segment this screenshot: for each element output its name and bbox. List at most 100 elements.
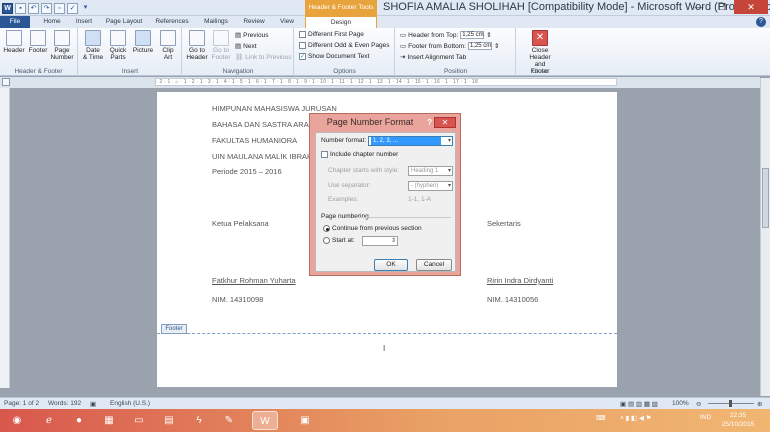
chapter-starts-label: Chapter starts with style: xyxy=(328,167,400,174)
previous-button[interactable]: ▤ Previous xyxy=(235,31,268,40)
quick-parts-button[interactable]: Quick Parts xyxy=(106,30,130,61)
status-bar: Page: 1 of 2 Words: 192 ▣ English (U.S.)… xyxy=(0,397,770,409)
different-odd-even-checkbox[interactable]: Different Odd & Even Pages xyxy=(299,42,390,49)
insert-alignment-tab-button[interactable]: ⇥ Insert Alignment Tab xyxy=(400,53,466,62)
include-chapter-number-checkbox[interactable]: Include chapter number xyxy=(321,151,398,158)
start-at-radio[interactable]: Start at: xyxy=(323,237,355,244)
vertical-ruler[interactable] xyxy=(0,88,10,388)
window-icon[interactable]: ▣ xyxy=(292,411,318,430)
horizontal-ruler[interactable]: · 2 · 1 · ⌂ · 1 · 2 · 1 · 3 · 1 · 4 · 1 … xyxy=(155,78,617,86)
zoom-level[interactable]: 100% xyxy=(672,400,689,407)
group-label-close: Close xyxy=(531,68,549,75)
clock[interactable]: 22:35 25/10/2015 xyxy=(716,411,760,429)
close-icon[interactable]: ✕ xyxy=(734,0,768,14)
spinner-icon[interactable]: ⇕ xyxy=(486,31,491,39)
word-taskbar-icon[interactable]: W xyxy=(252,411,278,430)
group-label-navigation: Navigation xyxy=(222,68,254,75)
zoom-out-icon[interactable]: ⊖ xyxy=(696,400,701,408)
proofing-icon[interactable]: ▣ xyxy=(90,400,96,408)
cancel-button[interactable]: Cancel xyxy=(416,259,452,271)
clip-art-button[interactable]: Clip Art xyxy=(156,30,180,61)
page-number-button[interactable]: Page Number xyxy=(50,30,74,61)
word-count[interactable]: Words: 192 xyxy=(48,400,81,407)
tab-insert[interactable]: Insert xyxy=(70,16,98,28)
tray-icons[interactable]: ˄ ▮ ◧ ◀ ⚑ xyxy=(620,414,652,422)
separator-select[interactable]: - (hyphen) ▾ xyxy=(408,181,453,191)
number-format-select[interactable]: 1, 2, 3, ... ▾ xyxy=(368,136,453,146)
firefox-icon[interactable]: ● xyxy=(66,411,92,430)
tool-icon[interactable]: ✎ xyxy=(216,411,242,430)
page-numbering-divider xyxy=(356,217,451,218)
tab-view[interactable]: View xyxy=(274,16,300,28)
clock-date: 25/10/2015 xyxy=(721,421,755,428)
start-button[interactable]: ◉ xyxy=(4,411,30,430)
maximize-icon[interactable]: ❐ xyxy=(711,0,733,14)
text-cursor-icon: I xyxy=(383,344,386,353)
ruler-toggle-icon[interactable] xyxy=(2,78,10,86)
different-first-page-checkbox[interactable]: Different First Page xyxy=(299,31,364,38)
keyboard-icon[interactable]: ⌨ xyxy=(596,414,605,422)
language-tray[interactable]: IND xyxy=(700,414,711,421)
print-preview-icon[interactable]: ▫ xyxy=(54,2,65,14)
chapter-style-select[interactable]: Heading 1 ▾ xyxy=(408,166,453,176)
help-icon[interactable]: ? xyxy=(756,17,766,27)
page-count[interactable]: Page: 1 of 2 xyxy=(4,400,39,407)
tab-mailings[interactable]: Mailings xyxy=(198,16,234,28)
ie-icon[interactable]: ℯ xyxy=(36,411,62,430)
view-buttons[interactable]: ▣ ▤ ▥ ▦ ▧ xyxy=(620,400,658,408)
media-icon[interactable]: ▤ xyxy=(156,411,182,430)
show-document-text-checkbox[interactable]: ✓ Show Document Text xyxy=(299,53,369,60)
ribbon: Header Footer Page Number Header & Foote… xyxy=(0,28,770,76)
go-to-footer-button[interactable]: Go to Footer xyxy=(209,30,233,61)
explorer-icon[interactable]: ▭ xyxy=(126,411,152,430)
group-header-footer: Header Footer Page Number Header & Foote… xyxy=(0,28,78,76)
date-time-button[interactable]: Date & Time xyxy=(81,30,105,61)
tab-page-layout[interactable]: Page Layout xyxy=(102,16,146,28)
dialog-help-icon[interactable]: ? xyxy=(427,118,432,127)
customize-icon[interactable]: ▾ xyxy=(80,3,91,14)
language-indicator[interactable]: English (U.S.) xyxy=(110,400,150,407)
header-from-top-input[interactable]: 1,25 cm xyxy=(460,31,485,39)
chevron-down-icon: ▾ xyxy=(447,138,451,144)
calendar-icon[interactable]: ▦ xyxy=(96,411,122,430)
quick-parts-icon xyxy=(110,30,126,46)
tab-file[interactable]: File xyxy=(0,16,30,28)
ok-button[interactable]: OK xyxy=(374,259,408,271)
word-icon[interactable]: W xyxy=(2,2,13,14)
left-name: Fatkhur Rohman Yuharta xyxy=(212,276,296,285)
footer-icon xyxy=(30,30,46,46)
undo-icon[interactable]: ↶ xyxy=(28,2,39,14)
footer-from-bottom-input[interactable]: 1,25 cm xyxy=(467,42,492,50)
spinner-icon[interactable]: ⇕ xyxy=(494,42,499,50)
save-icon[interactable]: ▪ xyxy=(15,2,26,14)
tab-design[interactable]: Design xyxy=(305,16,377,28)
header-button[interactable]: Header xyxy=(2,30,26,54)
spinner-icon[interactable]: ⇕ xyxy=(391,237,396,245)
picture-icon xyxy=(135,30,151,46)
group-label-options: Options xyxy=(333,68,356,75)
group-navigation: Go to Header Go to Footer ▤ Previous ▤ Nex… xyxy=(183,28,294,76)
start-at-input[interactable]: ⇕ xyxy=(362,236,398,246)
minimize-icon[interactable]: — xyxy=(688,0,710,14)
zoom-in-icon[interactable]: ⊕ xyxy=(757,400,762,408)
tab-references[interactable]: References xyxy=(150,16,194,28)
footer-position-icon: ▭ xyxy=(400,43,407,50)
zoom-slider-thumb[interactable] xyxy=(729,400,732,407)
tab-home[interactable]: Home xyxy=(38,16,66,28)
left-role: Ketua Pelaksana xyxy=(212,219,269,228)
group-insert: Date & Time Quick Parts Picture Clip Art… xyxy=(79,28,182,76)
redo-icon[interactable]: ↷ xyxy=(41,2,52,14)
link-to-previous-button[interactable]: ⛓ Link to Previous xyxy=(235,53,292,62)
dialog-close-button[interactable]: ✕ xyxy=(434,117,456,128)
footer-button[interactable]: Footer xyxy=(26,30,50,54)
app-icon[interactable]: ϟ xyxy=(186,411,212,430)
tab-review[interactable]: Review xyxy=(238,16,270,28)
vertical-scrollbar[interactable] xyxy=(760,78,770,396)
go-to-header-button[interactable]: Go to Header xyxy=(185,30,209,61)
scrollbar-thumb[interactable] xyxy=(762,168,769,228)
picture-button[interactable]: Picture xyxy=(131,30,155,54)
use-separator-label: Use separator: xyxy=(328,182,371,189)
continue-radio[interactable]: Continue from previous section xyxy=(323,225,422,232)
spelling-icon[interactable]: ✓ xyxy=(67,2,78,14)
next-button[interactable]: ▤ Next xyxy=(235,42,257,51)
